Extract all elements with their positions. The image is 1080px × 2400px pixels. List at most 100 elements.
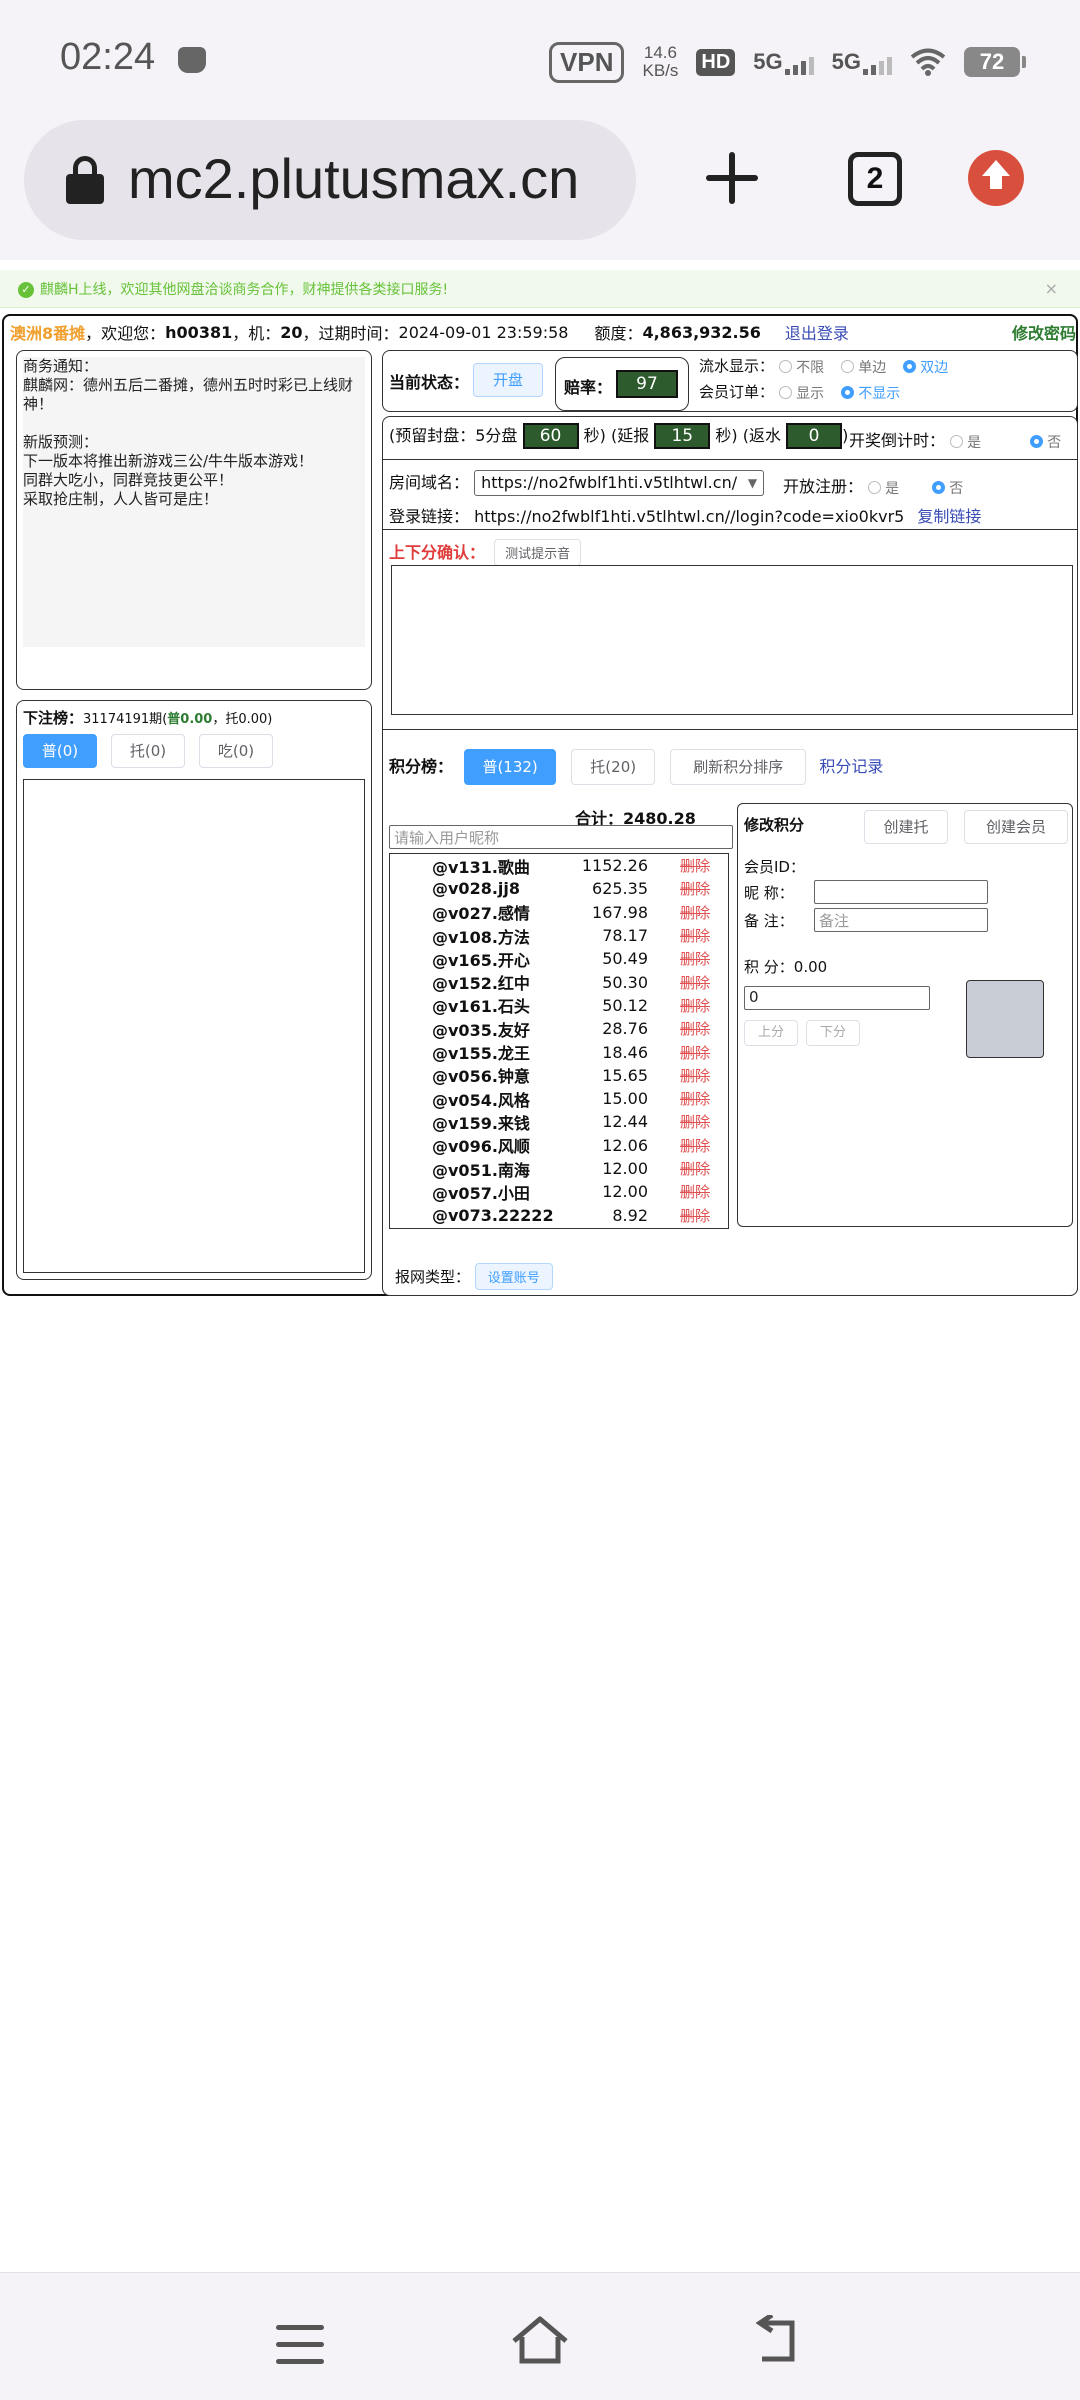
score-value: 1152.26 [581,856,648,876]
return-label: 秒) (返水 [715,426,781,445]
copy-link-button[interactable]: 复制链接 [917,507,981,526]
main-panel: 澳洲8番摊 ，欢迎您： h00381 ，机： 20 ，过期时间： 2024-09… [2,314,1078,1296]
room-domain-select[interactable]: https://no2fwblf1hti.v5tlhtwl.cn/▼ [474,470,765,496]
refresh-sort-button[interactable]: 刷新积分排序 [670,749,807,785]
delete-button[interactable]: 删除 [648,1065,710,1086]
radio-order-hide[interactable] [841,386,855,399]
delete-button[interactable]: 删除 [648,1018,710,1039]
bet-list[interactable] [23,779,365,1273]
delete-button[interactable]: 删除 [648,1181,710,1202]
radio-flow-single[interactable] [841,360,855,373]
radio-flow-both[interactable] [903,360,917,373]
logout-link[interactable]: 退出登录 [785,320,849,344]
flow-label: 流水显示： [699,357,775,375]
flow-display-row: 流水显示： 不限 单边 双边 [699,355,960,377]
member-id-label: 会员ID： [744,858,805,876]
radio-order-show[interactable] [779,386,793,399]
delete-button[interactable]: 删除 [648,1158,710,1179]
score-name: @v056.钟意 [432,1067,530,1087]
success-icon: ✓ [18,282,34,298]
signal-icon-2: 5G [832,49,892,75]
login-link-url[interactable]: https://no2fwblf1hti.v5tlhtwl.cn//login?… [474,507,904,526]
hd-icon: HD [696,48,736,76]
return-input[interactable]: 0 [786,423,843,449]
score-row: @v108.方法 78.17 删除 [390,924,728,947]
new-tab-icon[interactable] [706,152,758,204]
delay-input[interactable]: 15 [654,423,711,449]
score-value: 12.06 [602,1135,648,1155]
score-row: @v035.友好 28.76 删除 [390,1017,728,1040]
test-sound-button[interactable]: 测试提示音 [494,539,582,566]
back-icon[interactable] [756,2315,806,2365]
menu-icon[interactable] [276,2325,324,2365]
bet-tab-normal[interactable]: 普(0) [23,734,97,768]
score-tab-normal[interactable]: 普(132) [464,749,557,785]
odds-box: 赔率： 97 [555,357,689,411]
close-icon[interactable]: × [1045,279,1058,298]
open-market-button[interactable]: 开盘 [473,363,543,397]
timing-row: (预留封盘：5分盘 60 秒) (延报 15 秒) (返水 0) [389,423,848,449]
yes-label: 是 [885,480,900,497]
score-name: @v035.友好 [432,1020,530,1040]
radio-register-no[interactable] [932,481,946,494]
search-nickname-input[interactable]: 请输入用户昵称 [389,825,733,849]
delete-button[interactable]: 删除 [648,1205,710,1226]
delete-button[interactable]: 删除 [648,1135,710,1156]
score-record-link[interactable]: 积分记录 [819,757,883,776]
radio-countdown-yes[interactable] [950,435,964,448]
change-password-link[interactable]: 修改密码 [1012,320,1076,344]
delete-button[interactable]: 删除 [648,855,710,876]
score-row: @v027.感情 167.98 删除 [390,901,728,924]
home-icon[interactable] [510,2315,570,2365]
points-row: 积 分：0.00 [744,958,828,976]
radio-countdown-no[interactable] [1030,435,1044,448]
quota-label: 额度： [594,324,643,343]
remark-row: 备 注： [744,912,794,930]
remark-field[interactable]: 备注 [814,908,988,932]
machine-number: 20 [280,322,303,342]
delete-button[interactable]: 删除 [648,878,710,899]
tab-count-button[interactable]: 2 [848,152,902,206]
delete-button[interactable]: 删除 [648,1088,710,1109]
divider [383,729,1077,730]
no-label: 否 [1047,434,1062,451]
delete-button[interactable]: 删除 [648,1042,710,1063]
state-box: 当前状态： 开盘 赔率： 97 流水显示： 不限 单边 双边 会员订单： 显示 … [382,350,1078,412]
radio-flow-unlimited[interactable] [779,360,793,373]
odds-input[interactable]: 97 [616,370,678,398]
create-member-button[interactable]: 创建会员 [964,810,1068,844]
nickname-field[interactable] [814,880,988,904]
set-account-button[interactable]: 设置账号 [474,1263,553,1290]
subtract-points-button[interactable]: 下分 [806,1020,860,1046]
bet-tab-tuo[interactable]: 托(0) [111,734,185,768]
delete-button[interactable]: 删除 [648,1111,710,1132]
username: h00381 [165,322,233,342]
score-name: @v028.jj8 [432,879,521,899]
points-amount-input[interactable]: 0 [744,986,930,1010]
delete-button[interactable]: 删除 [648,925,710,946]
create-tuo-button[interactable]: 创建托 [864,810,948,844]
score-value: 50.30 [602,972,648,992]
score-value: 167.98 [592,902,648,922]
score-name: @v057.小田 [432,1183,530,1203]
delete-button[interactable]: 删除 [648,972,710,993]
system-nav-bar [0,2272,1080,2400]
update-icon[interactable] [968,150,1024,206]
battery-icon: 72 [964,47,1026,77]
open-register-row: 开放注册： 是 否 [783,473,975,498]
add-points-button[interactable]: 上分 [744,1020,798,1046]
score-list[interactable]: @v131.歌曲 1152.26 删除 @v028.jj8 625.35 删除 @v027.… [389,853,729,1229]
radio-register-yes[interactable] [868,481,882,494]
address-bar[interactable]: mc2.plutusmax.cn [24,120,636,240]
delete-button[interactable]: 删除 [648,902,710,923]
delete-button[interactable]: 删除 [648,948,710,969]
score-tab-tuo[interactable]: 托(20) [571,749,656,785]
delete-button[interactable]: 删除 [648,995,710,1016]
reserve-input[interactable]: 60 [522,423,579,449]
score-row: @v155.龙王 18.46 删除 [390,1040,728,1064]
bet-tab-eat[interactable]: 吃(0) [199,734,273,768]
status-bar: 02:24 VPN 14.6 KB/s HD 5G 5G 72 [0,0,1080,120]
business-notice-text: 商务通知： 麒麟网：德州五后二番摊，德州五时时彩已上线财神！ 新版预测： 下一版… [23,357,365,647]
close-paren: ) [842,426,849,445]
web-page: ✓ 麒麟H上线，欢迎其他网盘洽谈商务合作，财神提供各类接口服务! × 澳洲8番摊… [0,264,1080,1300]
